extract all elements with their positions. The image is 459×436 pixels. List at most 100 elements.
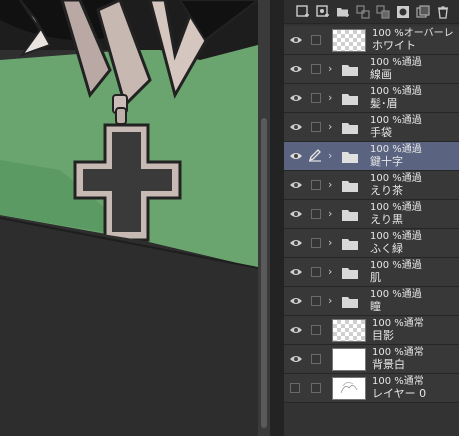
artwork-illustration — [0, 0, 258, 436]
chevron-right-icon[interactable]: › — [328, 295, 332, 307]
folder-icon — [342, 268, 358, 279]
layer-thumbnail — [332, 29, 366, 52]
layer-row-clothes-green[interactable]: › 100 %通過 ふく緑 — [284, 229, 459, 258]
layer-name: 髪･眉 — [370, 97, 398, 110]
visibility-eye-icon[interactable] — [289, 180, 303, 190]
layer-opacity-mode: 100 %通過 — [370, 57, 422, 68]
visibility-eye-icon[interactable] — [289, 238, 303, 248]
new-vector-layer-icon[interactable] — [315, 4, 331, 20]
layer-opacity-mode: 100 %オーバーレ — [372, 28, 454, 39]
layer-info: 100 %通過 線画 — [370, 57, 422, 81]
visibility-eye-icon[interactable] — [289, 296, 303, 306]
folder-icon — [342, 210, 358, 221]
layer-name: 目影 — [372, 329, 394, 342]
visibility-eye-icon[interactable] — [289, 64, 303, 74]
layer-opacity-mode: 100 %通過 — [370, 144, 422, 155]
layer-info: 100 %通常 目影 — [372, 318, 424, 342]
layer-info: 100 %オーバーレ ホワイト — [372, 28, 454, 52]
chevron-right-icon[interactable]: › — [328, 237, 332, 249]
panel-divider[interactable] — [270, 0, 284, 436]
layer-row-eye-shadow[interactable]: 100 %通常 目影 — [284, 316, 459, 345]
layer-info: 100 %通常 レイヤー 0 — [372, 376, 426, 400]
visibility-eye-icon[interactable] — [289, 151, 303, 161]
layer-row-gloves[interactable]: › 100 %通過 手袋 — [284, 113, 459, 142]
folder-icon — [342, 239, 358, 250]
layer-info: 100 %通常 背景白 — [372, 347, 424, 371]
chevron-right-icon[interactable]: › — [328, 92, 332, 104]
layer-row-background-white[interactable]: 100 %通常 背景白 — [284, 345, 459, 374]
new-raster-layer-icon[interactable] — [295, 4, 311, 20]
layer-info: 100 %通過 瞳 — [370, 289, 422, 313]
layer-opacity-mode: 100 %通過 — [370, 86, 422, 97]
layer-name: ホワイト — [372, 39, 416, 52]
pen-edit-icon — [308, 149, 321, 162]
layer-thumbnail — [332, 348, 366, 371]
visibility-checkbox[interactable] — [290, 383, 300, 393]
layer-row-skin[interactable]: › 100 %通過 肌 — [284, 258, 459, 287]
layer-row-cross[interactable]: › 100 %通過 鍵十字 — [284, 142, 459, 171]
drawing-canvas[interactable] — [0, 0, 258, 436]
layer-opacity-mode: 100 %通常 — [372, 376, 424, 387]
lock-checkbox[interactable] — [311, 209, 321, 219]
chevron-right-icon[interactable]: › — [328, 121, 332, 133]
visibility-eye-icon[interactable] — [289, 209, 303, 219]
layer-opacity-mode: 100 %通過 — [370, 231, 422, 242]
layer-row-white[interactable]: 100 %オーバーレ ホワイト — [284, 26, 459, 55]
mask-icon[interactable] — [395, 4, 411, 20]
new-folder-icon[interactable] — [335, 4, 351, 20]
layer-thumbnail — [332, 319, 366, 342]
layer-row-collar-brown[interactable]: › 100 %通過 えり茶 — [284, 171, 459, 200]
chevron-right-icon[interactable]: › — [328, 208, 332, 220]
transfer-down-icon[interactable] — [355, 4, 371, 20]
canvas-vertical-scrollbar[interactable] — [258, 0, 270, 436]
chevron-right-icon[interactable]: › — [328, 63, 332, 75]
layer-name: えり黒 — [370, 213, 403, 226]
lock-checkbox[interactable] — [311, 122, 321, 132]
layer-panel: 100 %オーバーレ ホワイト › 100 %通過 線画 › 100 %通過 髪… — [284, 0, 459, 436]
visibility-eye-icon[interactable] — [289, 122, 303, 132]
layer-row-pupil[interactable]: › 100 %通過 瞳 — [284, 287, 459, 316]
folder-icon — [342, 181, 358, 192]
chevron-right-icon[interactable]: › — [328, 179, 332, 191]
visibility-eye-icon[interactable] — [289, 354, 303, 364]
visibility-eye-icon[interactable] — [289, 93, 303, 103]
layer-thumbnail — [332, 377, 366, 400]
layer-opacity-mode: 100 %通過 — [370, 289, 422, 300]
layer-opacity-mode: 100 %通常 — [372, 318, 424, 329]
folder-icon — [342, 65, 358, 76]
lock-checkbox[interactable] — [311, 296, 321, 306]
visibility-eye-icon[interactable] — [289, 267, 303, 277]
layer-info: 100 %通過 手袋 — [370, 115, 422, 139]
lock-checkbox[interactable] — [311, 64, 321, 74]
layer-row-hair-brows[interactable]: › 100 %通過 髪･眉 — [284, 84, 459, 113]
chevron-right-icon[interactable]: › — [328, 150, 332, 162]
layer-name: ふく緑 — [370, 242, 403, 255]
scrollbar-thumb[interactable] — [261, 118, 267, 428]
lock-checkbox[interactable] — [311, 267, 321, 277]
layer-info: 100 %通過 鍵十字 — [370, 144, 422, 168]
layer-opacity-mode: 100 %通過 — [370, 260, 422, 271]
copy-layer-icon[interactable] — [415, 4, 431, 20]
lock-checkbox[interactable] — [311, 383, 321, 393]
merge-down-icon[interactable] — [375, 4, 391, 20]
layer-row-layer-0[interactable]: 100 %通常 レイヤー 0 — [284, 374, 459, 403]
lock-checkbox[interactable] — [311, 238, 321, 248]
layer-info: 100 %通過 ふく緑 — [370, 231, 422, 255]
layer-info: 100 %通過 えり黒 — [370, 202, 422, 226]
layer-name: えり茶 — [370, 184, 403, 197]
visibility-eye-icon[interactable] — [289, 325, 303, 335]
chevron-right-icon[interactable]: › — [328, 266, 332, 278]
layer-name: 肌 — [370, 271, 381, 284]
layer-row-lineart[interactable]: › 100 %通過 線画 — [284, 55, 459, 84]
visibility-eye-icon[interactable] — [289, 35, 303, 45]
delete-layer-icon[interactable] — [435, 4, 451, 20]
lock-checkbox[interactable] — [311, 93, 321, 103]
layer-opacity-mode: 100 %通過 — [370, 115, 422, 126]
lock-checkbox[interactable] — [311, 354, 321, 364]
folder-icon — [342, 94, 358, 105]
lock-checkbox[interactable] — [311, 180, 321, 190]
lock-checkbox[interactable] — [311, 325, 321, 335]
app-window: 100 %オーバーレ ホワイト › 100 %通過 線画 › 100 %通過 髪… — [0, 0, 459, 436]
lock-checkbox[interactable] — [311, 35, 321, 45]
layer-row-collar-black[interactable]: › 100 %通過 えり黒 — [284, 200, 459, 229]
